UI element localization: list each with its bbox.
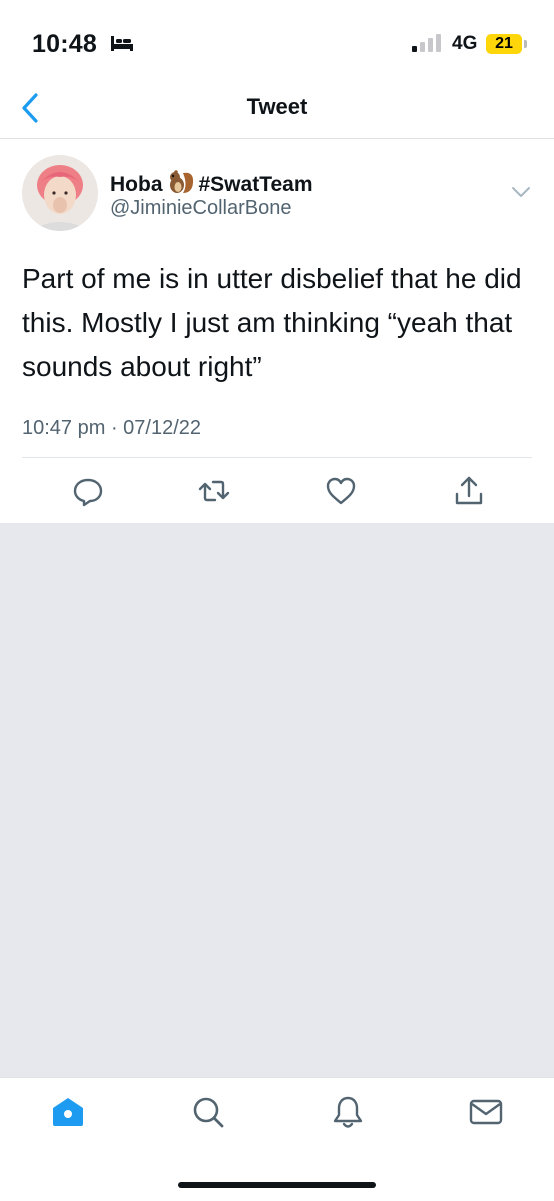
display-name-suffix: #SwatTeam — [198, 173, 313, 196]
like-button[interactable] — [324, 474, 358, 508]
tab-messages[interactable] — [468, 1094, 504, 1130]
share-icon — [455, 476, 483, 505]
battery-cap — [524, 40, 527, 48]
tab-home[interactable] — [50, 1094, 86, 1130]
reply-icon — [73, 478, 103, 507]
sleep-focus-icon — [110, 33, 134, 58]
tweet-detail: Hoba #SwatTeam @JiminieCollarBone Part o… — [0, 139, 554, 523]
home-indicator[interactable] — [178, 1182, 376, 1188]
avatar[interactable] — [22, 155, 98, 231]
retweet-icon — [198, 480, 230, 502]
divider — [22, 457, 532, 458]
tab-notifications[interactable] — [330, 1094, 366, 1130]
page-title: Tweet — [246, 94, 308, 119]
share-button[interactable] — [452, 474, 486, 508]
tweet-timestamp: 10:47 pm · 07/12/22 — [22, 417, 202, 439]
nav-bar: Tweet — [0, 80, 554, 139]
mail-icon — [469, 1099, 503, 1125]
reply-button[interactable] — [71, 474, 105, 508]
status-bar: 10:48 4G 21 — [0, 0, 554, 80]
tweet-text: Part of me is in utter disbelief that he… — [22, 263, 522, 382]
tweet-menu-button[interactable] — [510, 185, 532, 204]
cellular-signal-icon — [412, 34, 442, 57]
battery-level: 21 — [486, 34, 522, 54]
retweet-button[interactable] — [197, 474, 231, 508]
heart-icon — [326, 477, 356, 505]
bell-icon — [333, 1096, 363, 1128]
display-name-text: Hoba — [110, 173, 163, 196]
chevron-down-icon — [512, 187, 530, 197]
home-icon — [53, 1098, 83, 1126]
network-type: 4G — [452, 33, 478, 54]
empty-replies-area — [0, 523, 554, 1077]
tab-search[interactable] — [190, 1094, 226, 1130]
status-time: 10:48 — [32, 30, 97, 58]
search-icon — [193, 1097, 224, 1128]
user-handle[interactable]: @JiminieCollarBone — [110, 197, 291, 220]
